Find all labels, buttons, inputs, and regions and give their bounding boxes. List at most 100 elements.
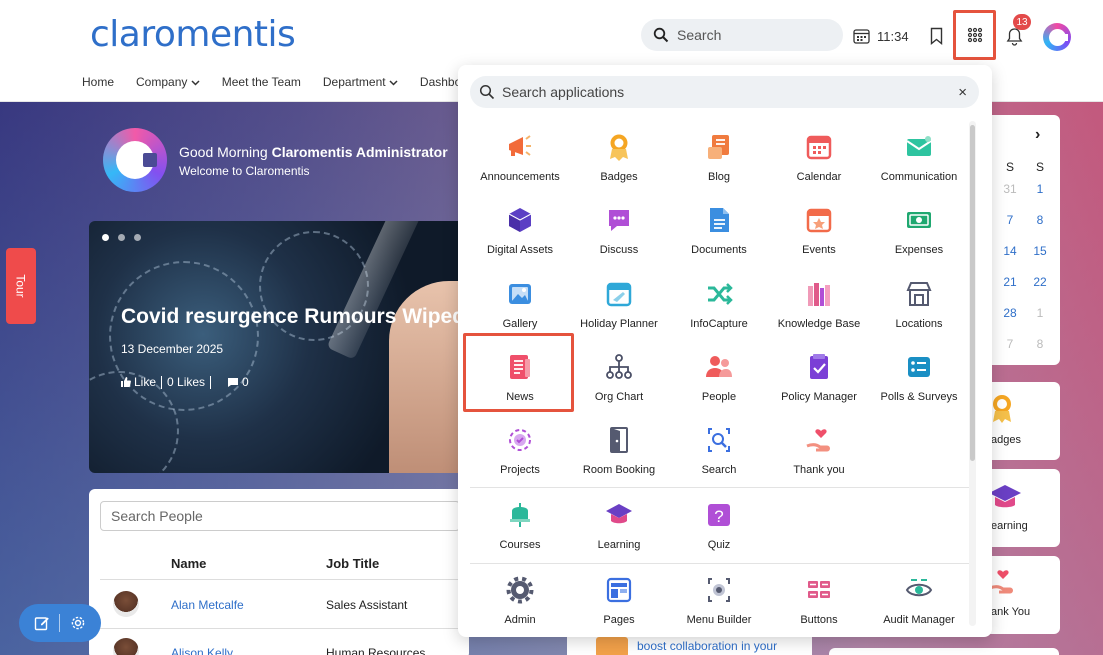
app-tile-polls-surveys[interactable]: Polls & Surveys (869, 351, 969, 423)
calendar-day[interactable]: 22 (1025, 275, 1055, 289)
calendar-day[interactable]: 8 (1025, 337, 1055, 351)
news-carousel[interactable]: Covid resurgence Rumours Wiped 13 Decemb… (89, 221, 469, 473)
calendar-next-arrow[interactable]: › (1035, 126, 1040, 144)
edit-icon[interactable] (34, 615, 50, 631)
app-tile-infocapture[interactable]: InfoCapture (669, 278, 769, 350)
app-tile-discuss[interactable]: Discuss (569, 204, 669, 276)
calendar-day[interactable]: 8 (1025, 213, 1055, 227)
app-tile-quiz[interactable]: ? Quiz (669, 499, 769, 571)
column-header-job-title: Job Title (326, 556, 380, 571)
calendar-day[interactable]: 1 (1025, 306, 1055, 320)
app-tile-label: Locations (895, 318, 943, 330)
calendar-day[interactable]: 28 (995, 306, 1025, 320)
person-job-title: Human Resources Assistant (326, 646, 426, 655)
app-tile-learning[interactable]: Learning (569, 499, 669, 571)
calendar-day[interactable]: 21 (995, 275, 1025, 289)
app-tile-pages[interactable]: Pages (569, 574, 669, 646)
applications-scrollbar[interactable] (969, 121, 976, 626)
side-card-badges[interactable]: adges (985, 382, 1060, 460)
app-tile-calendar[interactable]: Calendar (769, 131, 869, 203)
gallery-icon (506, 280, 534, 308)
bottom-widget (829, 648, 1059, 655)
app-tile-label: Thank you (793, 464, 845, 476)
close-icon[interactable]: × (958, 84, 967, 101)
app-tile-announcements[interactable]: Announcements (470, 131, 570, 203)
calendar-day[interactable]: 7 (995, 213, 1025, 227)
like-button[interactable]: Like (134, 375, 156, 389)
side-card-thank-you[interactable]: ank You (985, 556, 1060, 634)
graduation-cap-icon (989, 485, 1021, 508)
app-tile-org-chart[interactable]: Org Chart (569, 351, 669, 423)
app-tile-blog[interactable]: Blog (669, 131, 769, 203)
person-name[interactable]: Alison Kelly (171, 646, 233, 655)
settings-gear-icon[interactable] (70, 615, 86, 631)
news-title[interactable]: Covid resurgence Rumours Wiped (121, 305, 465, 329)
carousel-dots[interactable] (102, 234, 150, 241)
calendar-day[interactable]: 15 (1025, 244, 1055, 258)
calendar-clock-icon (853, 29, 870, 44)
greeting-prefix: Good Morning (179, 144, 272, 160)
search-icon (653, 27, 669, 43)
column-header-name: Name (171, 556, 207, 571)
people-search-input[interactable]: Search People (100, 501, 460, 531)
app-tile-search[interactable]: Search (669, 424, 769, 496)
app-tile-expenses[interactable]: Expenses (869, 204, 969, 276)
app-tile-documents[interactable]: Documents (669, 204, 769, 276)
app-tile-communication[interactable]: Communication (869, 131, 969, 203)
megaphone-icon (506, 133, 534, 161)
app-tile-policy-manager[interactable]: Policy Manager (769, 351, 869, 423)
clock[interactable]: 11:34 (853, 28, 909, 44)
floating-action-button[interactable] (19, 604, 101, 642)
document-icon (705, 206, 733, 234)
side-card-learning[interactable]: earning (985, 469, 1060, 547)
global-search-input[interactable]: Search (641, 19, 843, 51)
app-tile-projects[interactable]: Projects (470, 424, 570, 496)
calendar-day[interactable]: 31 (995, 182, 1025, 196)
bookmark-button[interactable] (928, 26, 944, 46)
comment-icon[interactable] (228, 377, 239, 387)
svg-text:?: ? (714, 507, 723, 526)
logo[interactable]: claromentis (90, 14, 296, 55)
chevron-down-icon (191, 80, 200, 86)
scrollbar-thumb[interactable] (970, 125, 975, 461)
app-tile-label: Policy Manager (781, 391, 857, 403)
search-doc-icon (705, 426, 733, 454)
app-tile-holiday-planner[interactable]: Holiday Planner (569, 278, 669, 350)
nav-department[interactable]: Department (323, 75, 398, 89)
nav-home[interactable]: Home (82, 75, 114, 89)
user-avatar[interactable] (1043, 23, 1071, 51)
app-tile-badges[interactable]: Badges (569, 131, 669, 203)
gear-icon (506, 576, 534, 604)
app-tile-label: Admin (504, 614, 536, 626)
app-tile-label: Digital Assets (486, 244, 554, 256)
app-tile-buttons[interactable]: Buttons (769, 574, 869, 646)
app-tile-digital-assets[interactable]: Digital Assets (470, 204, 570, 276)
app-tile-label: Audit Manager (883, 614, 955, 626)
app-tile-menu-builder[interactable]: Menu Builder (669, 574, 769, 646)
app-tile-room-booking[interactable]: Room Booking (569, 424, 669, 496)
app-tile-locations[interactable]: Locations (869, 278, 969, 350)
people-icon (705, 353, 733, 381)
app-tile-admin[interactable]: Admin (470, 574, 570, 646)
person-name[interactable]: Alan Metcalfe (171, 598, 244, 612)
app-tile-thank-you[interactable]: Thank you (769, 424, 869, 496)
tour-tab[interactable]: Tour (6, 248, 36, 324)
applications-search-input[interactable]: Search applications × (470, 76, 979, 108)
chat-icon (605, 206, 633, 234)
thumbs-up-icon[interactable] (120, 377, 131, 387)
app-tile-people[interactable]: People (669, 351, 769, 423)
app-tile-courses[interactable]: Courses (470, 499, 570, 571)
app-tile-audit-manager[interactable]: Audit Manager (869, 574, 969, 646)
calendar-day[interactable]: 1 (1025, 182, 1055, 196)
app-tile-events[interactable]: Events (769, 204, 869, 276)
shuffle-icon (705, 280, 733, 308)
nav-meet-the-team[interactable]: Meet the Team (222, 75, 301, 89)
nav-company[interactable]: Company (136, 75, 200, 89)
app-tile-knowledge-base[interactable]: Knowledge Base (769, 278, 869, 350)
apps-launcher-button[interactable] (953, 10, 996, 60)
nav-dashboard[interactable]: Dashbo (420, 75, 461, 89)
calendar-day[interactable]: 14 (995, 244, 1025, 258)
person-avatar (113, 591, 139, 617)
calendar-day[interactable]: 7 (995, 337, 1025, 351)
app-tile-label: Polls & Surveys (880, 391, 958, 403)
